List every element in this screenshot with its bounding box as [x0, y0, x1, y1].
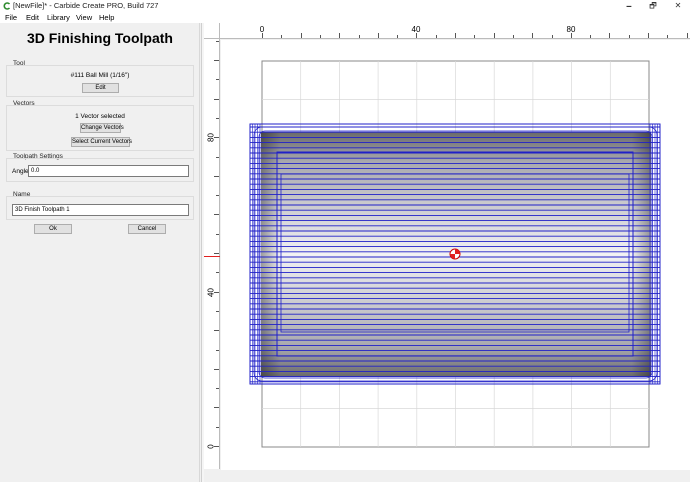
- cursor-position-marker: [204, 256, 220, 257]
- select-current-vectors-button[interactable]: Select Current Vectors: [71, 137, 132, 147]
- ruler-tick: [435, 35, 437, 38]
- ruler-tick: [214, 175, 219, 177]
- name-group: 3D Finish Toolpath 1: [6, 196, 194, 220]
- ok-button[interactable]: Ok: [34, 224, 72, 234]
- ruler-tick: [686, 33, 688, 38]
- ruler-tick: [628, 35, 630, 38]
- ruler-tick: [493, 33, 495, 38]
- ruler-tick: [512, 35, 514, 38]
- ruler-corner: [204, 23, 220, 39]
- ruler-tick: [214, 330, 219, 332]
- tool-name: #111 Ball Mill (1/16"): [70, 72, 130, 79]
- ruler-tick: [214, 214, 219, 216]
- ruler-tick: [216, 117, 219, 119]
- ruler-tick: [532, 33, 534, 38]
- ruler-tick: [339, 33, 341, 38]
- toolpath-settings-group: Angle 0.0: [6, 158, 194, 182]
- ruler-tick: [667, 35, 669, 38]
- ruler-tick: [216, 79, 219, 81]
- ruler-tick: [216, 156, 219, 158]
- menu-bar: File Edit Library View Help: [0, 12, 690, 23]
- close-button[interactable]: ✕: [667, 0, 689, 12]
- carbide-logo-icon: [3, 2, 11, 10]
- ruler-tick: [214, 137, 219, 139]
- ruler-tick: [281, 35, 283, 38]
- ruler-tick: [216, 195, 219, 197]
- ruler-tick: [455, 33, 456, 38]
- ruler-top: 0 40 80: [220, 23, 690, 39]
- toolpath-name-input[interactable]: 3D Finish Toolpath 1: [12, 204, 189, 216]
- ruler-tick: [214, 60, 219, 61]
- ruler-tick: [648, 33, 649, 38]
- menu-file[interactable]: File: [5, 13, 17, 22]
- menu-library[interactable]: Library: [47, 13, 70, 22]
- origin-target-icon: [449, 248, 461, 260]
- ruler-tick: [216, 388, 219, 390]
- change-vectors-button[interactable]: Change Vectors: [80, 123, 124, 133]
- angle-label: Angle: [12, 168, 29, 175]
- ruler-tick: [214, 291, 219, 293]
- ruler-tick: [216, 233, 219, 235]
- ruler-tick: [214, 253, 219, 254]
- design-canvas[interactable]: [221, 40, 690, 470]
- ruler-tick: [214, 407, 219, 409]
- ruler-tick: [300, 33, 302, 38]
- window-title: [NewFile]* - Carbide Create PRO, Build 7…: [13, 1, 159, 10]
- menu-edit[interactable]: Edit: [26, 13, 39, 22]
- toolpath-panel: 3D Finishing Toolpath Tool #111 Ball Mil…: [0, 23, 200, 482]
- ruler-left: 80 40 0: [204, 39, 220, 469]
- vectors-group: 1 Vector selected Change Vectors Select …: [6, 105, 194, 151]
- ruler-tick: [570, 33, 572, 38]
- edit-tool-button[interactable]: Edit: [82, 83, 119, 93]
- ruler-tick: [551, 35, 553, 38]
- ruler-tick: [214, 368, 219, 370]
- ruler-tick: [214, 446, 219, 447]
- ruler-tick: [397, 35, 399, 38]
- ruler-tick: [216, 310, 219, 312]
- tool-group: #111 Ball Mill (1/16") Edit: [6, 65, 194, 97]
- vector-selection-status: 1 Vector selected: [75, 113, 125, 120]
- panel-title: 3D Finishing Toolpath: [27, 30, 173, 46]
- cancel-button[interactable]: Cancel: [128, 224, 166, 234]
- ruler-tick: [216, 40, 219, 42]
- horizontal-scroll-area[interactable]: [221, 470, 690, 482]
- ruler-tick: [377, 33, 379, 38]
- ruler-tick: [216, 272, 219, 274]
- menu-help[interactable]: Help: [99, 13, 114, 22]
- ruler-tick: [214, 98, 219, 100]
- ruler-tick: [474, 35, 476, 38]
- minimize-button[interactable]: 🗕: [618, 0, 640, 12]
- ruler-tick: [319, 35, 321, 38]
- canvas-view[interactable]: [221, 40, 690, 470]
- menu-view[interactable]: View: [76, 13, 92, 22]
- ruler-tick: [609, 33, 611, 38]
- title-bar: [NewFile]* - Carbide Create PRO, Build 7…: [0, 0, 690, 12]
- ruler-tick: [216, 349, 219, 351]
- angle-input[interactable]: 0.0: [28, 165, 189, 177]
- ruler-tick: [590, 35, 592, 38]
- ruler-tick: [216, 426, 219, 428]
- ruler-tick: [262, 33, 263, 38]
- maximize-button[interactable]: 🗗: [642, 0, 664, 12]
- ruler-tick: [416, 33, 418, 38]
- ruler-tick: [358, 35, 360, 38]
